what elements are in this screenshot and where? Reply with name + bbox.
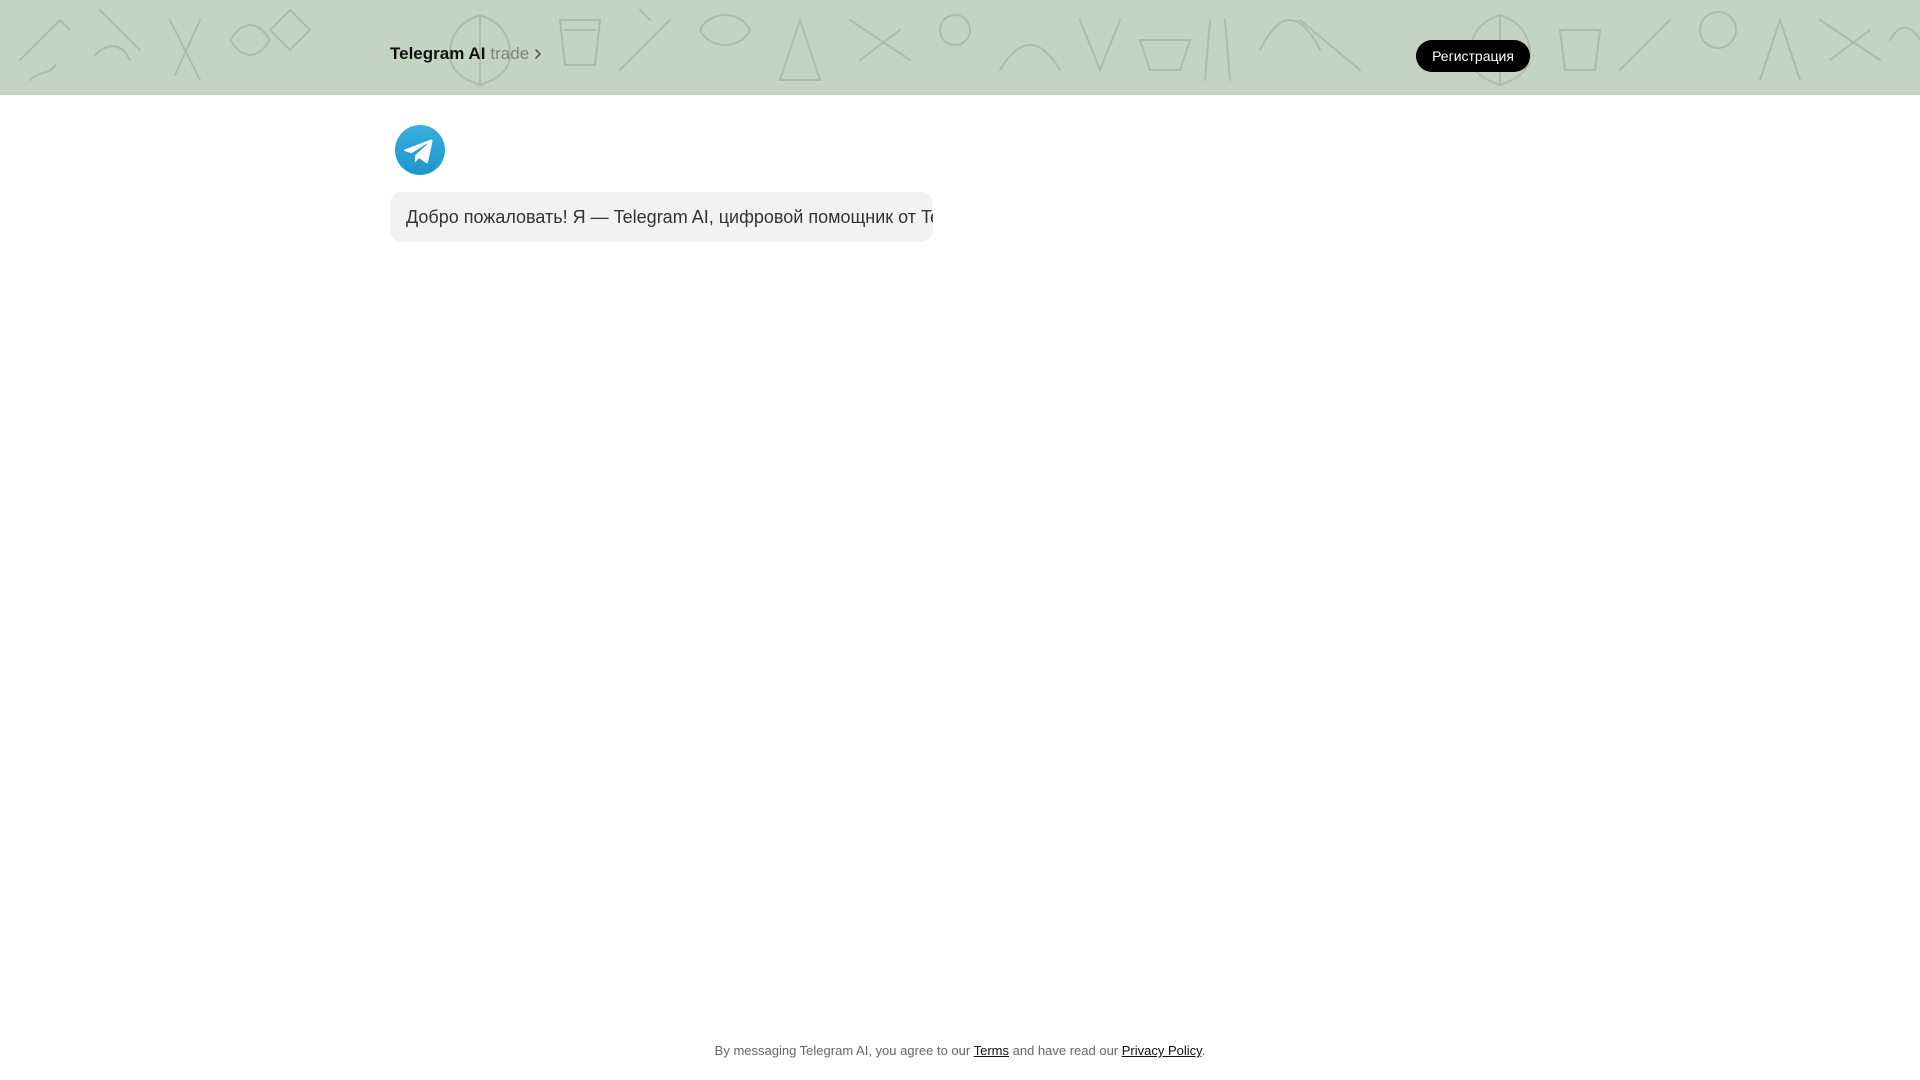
privacy-policy-link[interactable]: Privacy Policy — [1122, 1043, 1202, 1058]
doodle-pattern-background — [19, 8, 1920, 87]
terms-link[interactable]: Terms — [974, 1043, 1009, 1058]
brand: Telegram AI trade — [390, 44, 543, 64]
header-bar: Telegram AI trade Регистрация — [0, 0, 1920, 95]
footer-text-before: By messaging Telegram AI, you agree to o… — [714, 1043, 974, 1058]
footer-text-middle: and have read our — [1009, 1043, 1122, 1058]
chevron-right-icon — [535, 49, 542, 59]
telegram-plane-icon — [395, 125, 445, 175]
brand-title: Telegram AI — [390, 44, 486, 63]
message-text: Добро пожаловать! Я — Telegram AI, цифро… — [406, 206, 933, 227]
brand-subtitle: trade — [490, 44, 530, 63]
footer-disclaimer: By messaging Telegram AI, you agree to o… — [0, 1043, 1920, 1058]
brand-subtitle-link[interactable]: trade — [490, 44, 543, 64]
message-bubble: Добро пожаловать! Я — Telegram AI, цифро… — [390, 192, 933, 242]
register-button[interactable]: Регистрация — [1416, 40, 1530, 72]
footer-text-after: . — [1201, 1043, 1206, 1058]
